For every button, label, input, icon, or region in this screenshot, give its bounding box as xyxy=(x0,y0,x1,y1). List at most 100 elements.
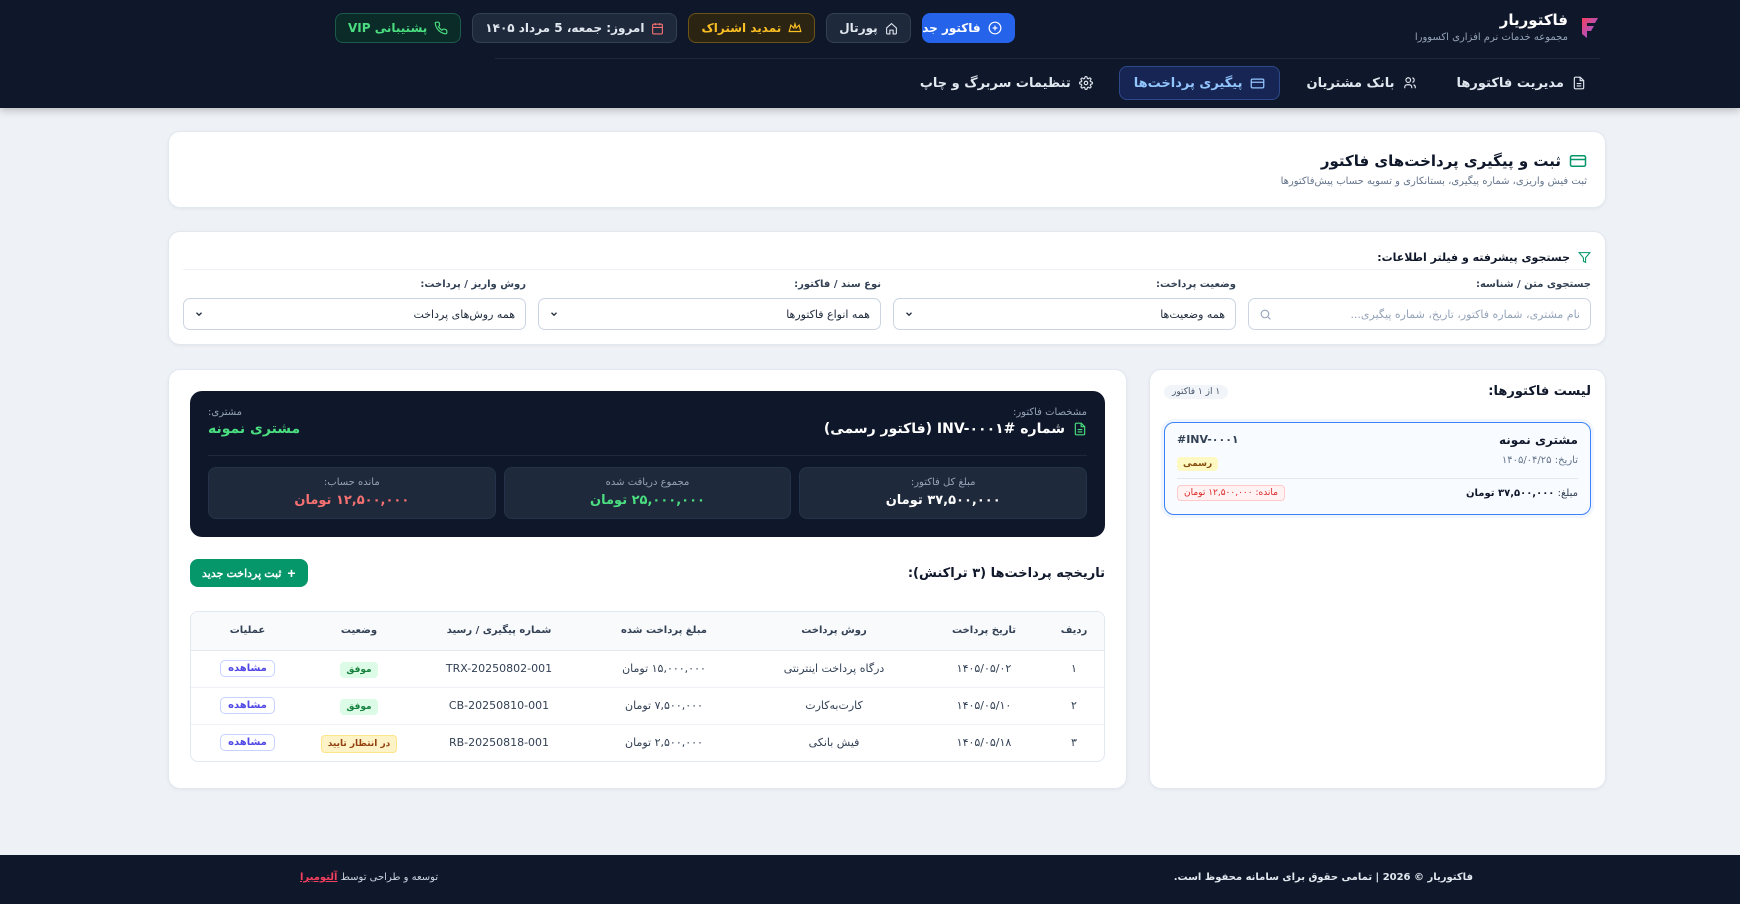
status-filter: وضعیت پرداخت: همه وضعیت‌ها xyxy=(893,279,1236,330)
doc-type-select-value: همه انواع فاکتورها xyxy=(786,307,870,321)
doc-type-filter: نوع سند / فاکتور: همه انواع فاکتورها xyxy=(538,279,881,330)
customer-name: مشتری نمونه xyxy=(208,421,301,437)
nav-item-print-settings[interactable]: تنظیمات سربرگ و چاپ xyxy=(906,66,1107,100)
page-subtitle: ثبت فیش واریزی، شماره پیگیری، بستانکاری … xyxy=(1280,176,1587,187)
filter-card: جستجوی پیشرفته و فیلتر اطلاعات: جستجوی م… xyxy=(168,231,1606,345)
new-invoice-button[interactable]: فاکتور جدید xyxy=(921,13,1015,43)
app-footer: فاکتوریار © 2026 | تمامی حقوق برای سامان… xyxy=(0,855,1740,904)
calendar-icon xyxy=(652,22,664,34)
stat-value: ۳۷,۵۰۰,۰۰۰ تومان xyxy=(885,493,1001,508)
stat-total: مبلغ کل فاکتور: ۳۷,۵۰۰,۰۰۰ تومان xyxy=(799,467,1087,519)
payment-amount: ۷,۵۰۰,۰۰۰ تومان xyxy=(584,687,744,725)
payment-action-cell: مشاهده xyxy=(191,650,304,688)
filter-icon xyxy=(1578,252,1591,264)
column-header: ردیف xyxy=(1044,612,1104,651)
invoice-spec-label: مشخصات فاکتور: xyxy=(1012,407,1087,418)
row-index: ۳ xyxy=(1071,736,1077,750)
status-select[interactable]: همه وضعیت‌ها xyxy=(893,298,1236,330)
brand-name: فاکتوریار xyxy=(1499,11,1568,29)
payment-ref: TRX-20250802-001 xyxy=(414,650,584,688)
method-filter: روش واریز / پرداخت: همه روش‌های پرداخت xyxy=(183,279,526,330)
view-button[interactable]: مشاهده xyxy=(220,660,275,677)
payment-date: ۱۴۰۵/۰۵/۱۰ xyxy=(924,687,1044,725)
stat-received: مجموع دریافت شده ۲۵,۰۰۰,۰۰۰ تومان xyxy=(503,467,792,519)
nav-item-payments[interactable]: پیگیری پرداخت‌ها xyxy=(1118,66,1281,100)
nav-item-label: مدیریت فاکتورها xyxy=(1456,75,1565,91)
method-select[interactable]: همه روش‌های پرداخت xyxy=(183,298,526,330)
invoice-count-badge: ۱ از ۱ فاکتور xyxy=(1164,384,1229,399)
credit-prefix: توسعه و طراحی توسط xyxy=(340,872,439,883)
invoice-list-card: لیست فاکتورها: ۱ از ۱ فاکتور مشتری نمونه… xyxy=(1149,369,1606,789)
status-select-value: همه وضعیت‌ها xyxy=(1160,307,1225,321)
method-select-value: همه روش‌های پرداخت xyxy=(413,307,515,321)
table-row: ۱ ۱۴۰۵/۰۵/۰۲ درگاه پرداخت اینترنتی ۱۵,۰۰… xyxy=(191,650,1104,688)
brand-logo-icon xyxy=(1578,15,1600,41)
nav-item-customers[interactable]: بانک مشتریان xyxy=(1292,66,1430,100)
search-placeholder: نام مشتری، شماره فاکتور، تاریخ، شماره پی… xyxy=(1350,307,1580,321)
table-header-row: ردیف تاریخ پرداخت روش پرداخت مبلغ پرداخت… xyxy=(191,612,1104,651)
view-button[interactable]: مشاهده xyxy=(220,697,275,714)
page-title: ثبت و پیگیری پرداخت‌های فاکتور xyxy=(1320,152,1561,170)
card-icon xyxy=(1251,78,1265,88)
filter-heading-label: جستجوی پیشرفته و فیلتر اطلاعات: xyxy=(1377,251,1570,264)
app-header: فاکتوریار مجموعه خدمات نرم افزاری اکسوور… xyxy=(0,0,1740,108)
document-icon xyxy=(1074,422,1086,436)
invoice-remaining-tag: مانده: ۱۲,۵۰۰,۰۰۰ تومان xyxy=(1177,485,1285,501)
card-icon xyxy=(1569,155,1587,167)
nav-item-label: تنظیمات سربرگ و چاپ xyxy=(919,75,1071,91)
add-payment-label: ثبت پرداخت جدید xyxy=(202,567,282,580)
brand-subtitle: مجموعه خدمات نرم افزاری اکسوورا xyxy=(1414,32,1568,43)
page-title-card: ثبت و پیگیری پرداخت‌های فاکتور ثبت فیش و… xyxy=(168,131,1606,208)
chevron-down-icon xyxy=(196,312,202,317)
stat-label: مجموع دریافت شده xyxy=(605,477,690,488)
chevron-down-icon xyxy=(551,312,557,317)
copyright-text: فاکتوریار © 2026 | تمامی حقوق برای سامان… xyxy=(1173,872,1473,883)
portal-label: پورتال xyxy=(839,21,878,35)
filter-heading: جستجوی پیشرفته و فیلتر اطلاعات: xyxy=(183,246,1591,270)
invoice-item-divider xyxy=(1177,478,1578,479)
status-badge: در انتظار تایید xyxy=(320,735,398,754)
search-input[interactable]: نام مشتری، شماره فاکتور، تاریخ، شماره پی… xyxy=(1248,298,1591,330)
payment-method: فیش بانکی xyxy=(808,736,860,750)
nav-item-label: بانک مشتریان xyxy=(1306,75,1395,91)
today-date-label: امروز: جمعه، 5 مرداد ۱۴۰۵ xyxy=(485,21,645,35)
row-index: ۲ xyxy=(1044,687,1104,725)
nav-item-invoices[interactable]: مدیریت فاکتورها xyxy=(1443,66,1601,100)
payment-status-cell: موفق xyxy=(304,650,414,688)
portal-button[interactable]: پورتال xyxy=(826,13,911,43)
doc-type-filter-label: نوع سند / فاکتور: xyxy=(794,279,881,290)
brand[interactable]: فاکتوریار مجموعه خدمات نرم افزاری اکسوور… xyxy=(1415,10,1600,46)
invoice-detail-card: مشخصات فاکتور: شماره INV-۰۰۰۱# (فاکتور ر… xyxy=(168,369,1127,789)
payment-action-cell: مشاهده xyxy=(191,687,304,725)
column-header: وضعیت xyxy=(304,612,414,651)
invoice-summary-panel: مشخصات فاکتور: شماره INV-۰۰۰۱# (فاکتور ر… xyxy=(190,391,1105,537)
invoice-number: #INV-۰۰۰۱ xyxy=(1177,433,1239,446)
stat-value: ۲۵,۰۰۰,۰۰۰ تومان xyxy=(590,493,705,508)
nav-item-label: پیگیری پرداخت‌ها xyxy=(1133,75,1243,91)
payments-table: ردیف تاریخ پرداخت روش پرداخت مبلغ پرداخت… xyxy=(190,611,1105,762)
crown-icon xyxy=(788,21,802,33)
main-nav: مدیریت فاکتورها بانک مشتریان پیگیری پردا… xyxy=(906,66,1600,100)
home-icon xyxy=(885,22,897,34)
payment-status-cell: موفق xyxy=(304,687,414,725)
add-payment-button[interactable]: + ثبت پرداخت جدید xyxy=(190,559,308,587)
view-button[interactable]: مشاهده xyxy=(220,734,275,752)
invoice-list-item[interactable]: مشتری نمونه #INV-۰۰۰۱ تاریخ: ۱۴۰۵/۰۴/۲۵ … xyxy=(1164,422,1591,515)
vip-support-button[interactable]: پشتیبانی VIP xyxy=(335,13,462,43)
renew-subscription-button[interactable]: تمدید اشتراک xyxy=(688,13,816,43)
customer-label: مشتری: xyxy=(208,407,243,418)
column-header: تاریخ پرداخت xyxy=(924,612,1044,651)
renew-subscription-label: تمدید اشتراک xyxy=(701,21,782,35)
column-header: عملیات xyxy=(191,612,304,651)
status-filter-label: وضعیت پرداخت: xyxy=(1156,279,1236,290)
credit-brand-link[interactable]: آلتومیرا xyxy=(300,872,337,883)
new-invoice-label: فاکتور جدید xyxy=(922,21,981,35)
top-actions: پشتیبانی VIP امروز: جمعه، 5 مرداد ۱۴۰۵ ت… xyxy=(335,13,1015,43)
doc-type-select[interactable]: همه انواع فاکتورها xyxy=(538,298,881,330)
users-icon xyxy=(1403,77,1416,89)
payment-status-cell: در انتظار تایید xyxy=(304,724,414,761)
column-header: مبلغ پرداخت شده xyxy=(584,612,744,651)
search-label: جستجوی متن / شناسه: xyxy=(1475,279,1591,290)
stat-remaining: مانده حساب: ۱۲,۵۰۰,۰۰۰ تومان xyxy=(207,467,496,519)
chevron-down-icon xyxy=(906,312,912,317)
